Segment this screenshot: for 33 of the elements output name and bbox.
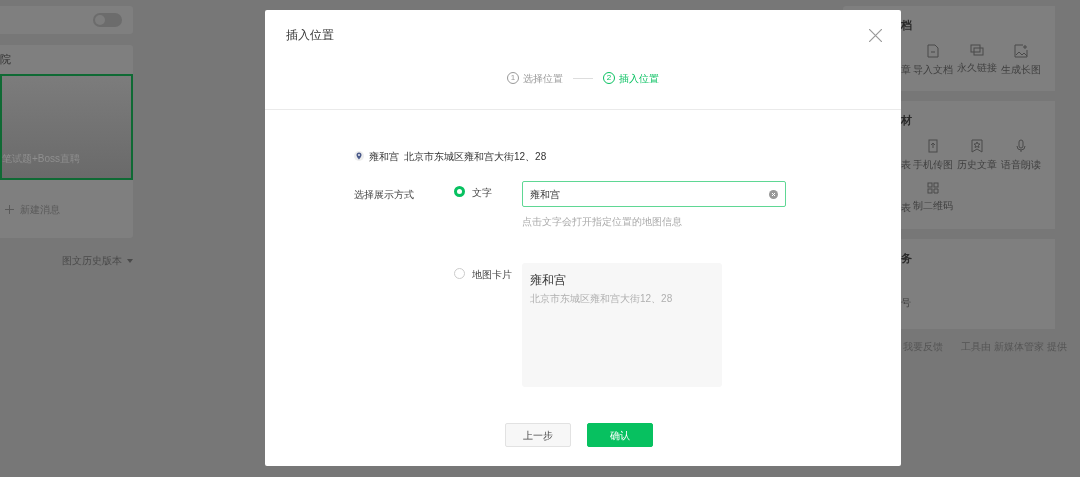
- field-label: 选择展示方式: [354, 188, 415, 202]
- card-title: 务: [901, 250, 913, 266]
- location-address: 北京市东城区雍和宫大街12、28: [404, 150, 547, 164]
- dialog-title: 插入位置: [286, 27, 334, 44]
- radio-option[interactable]: 文字: [454, 181, 522, 263]
- step-indicator: 1 选择位置: [507, 70, 563, 86]
- text-input[interactable]: 雍和宫: [522, 181, 786, 207]
- image-plus-icon: [1014, 44, 1028, 58]
- card-title: 档: [901, 17, 913, 33]
- qr-code-icon: [927, 182, 939, 194]
- step-indicator: 2 插入位置: [603, 70, 659, 86]
- card-title: 材: [901, 112, 913, 128]
- phone-icon: [928, 139, 938, 153]
- location-name: 雍和宫: [369, 150, 399, 164]
- hint-text: 点击文字会打开指定位置的地图信息: [522, 215, 683, 229]
- card-title: 院: [0, 52, 12, 68]
- card-title: 雍和宫: [530, 272, 567, 289]
- confirm-button[interactable]: 确认: [587, 423, 653, 447]
- tool-button[interactable]: 章: [901, 44, 911, 77]
- caret-down-icon: [127, 258, 133, 263]
- star-frame-icon: [971, 139, 983, 153]
- tool-button[interactable]: 导入文档: [911, 44, 955, 77]
- tool-button[interactable]: 表: [901, 139, 911, 172]
- clear-icon[interactable]: [769, 189, 778, 199]
- overlapping-squares-icon: [970, 44, 984, 56]
- document-icon: [927, 44, 939, 58]
- back-button[interactable]: 上一步: [505, 423, 571, 447]
- tool-button[interactable]: 表: [901, 182, 911, 215]
- location-pin-icon: [354, 151, 364, 162]
- close-icon[interactable]: [869, 28, 882, 42]
- plus-icon: [5, 205, 14, 214]
- microphone-icon: [1016, 139, 1026, 153]
- radio-option[interactable]: 地图卡片: [454, 263, 522, 387]
